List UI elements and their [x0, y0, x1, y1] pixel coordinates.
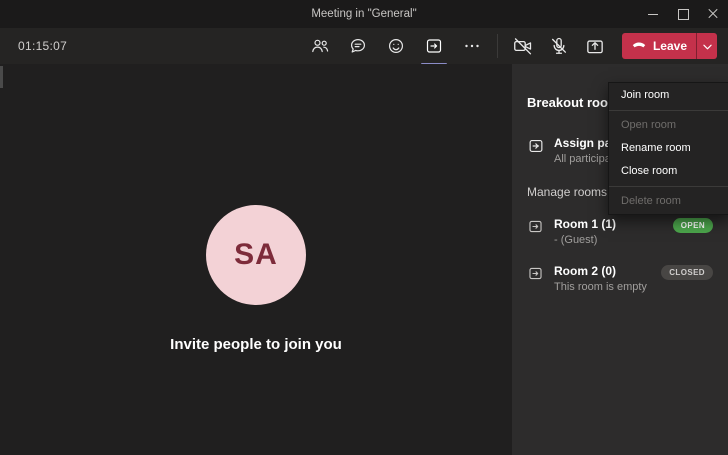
reactions-button[interactable] [385, 35, 407, 57]
menu-separator [609, 186, 728, 187]
room-subtitle: - (Guest) [554, 234, 598, 246]
menu-item-rename-room[interactable]: Rename room [609, 137, 728, 160]
meeting-toolbar: 01:15:07 Leave [0, 28, 728, 65]
camera-toggle-button[interactable] [512, 35, 534, 57]
mic-off-icon [548, 35, 570, 57]
toolbar-center-icons [309, 35, 483, 65]
avatar: SA [206, 205, 306, 305]
leave-button-main[interactable]: Leave [622, 33, 696, 59]
minimize-icon [648, 13, 658, 15]
more-actions-button[interactable] [461, 35, 483, 57]
more-options-icon [462, 36, 482, 56]
titlebar: Meeting in "General" [0, 0, 728, 28]
stage-scrollbar[interactable] [0, 66, 3, 88]
menu-item-join-room[interactable]: Join room [609, 84, 728, 107]
window-controls [638, 0, 728, 28]
invite-message: Invite people to join you [170, 336, 342, 353]
teams-meeting-window: Meeting in "General" 01:15:07 Leave SA I… [0, 0, 728, 455]
maximize-icon [677, 8, 689, 20]
close-icon [708, 9, 718, 19]
assign-participants-icon [527, 137, 545, 155]
room-context-menu: Join room Open room Rename room Close ro… [608, 82, 728, 215]
toolbar-divider [496, 34, 498, 58]
leave-options-button[interactable] [697, 33, 717, 59]
chat-button[interactable] [347, 35, 369, 57]
room-name: Room 1 (1) [554, 217, 617, 231]
room-row-1[interactable]: Room 1 (1) - (Guest) OPEN [527, 217, 713, 246]
menu-separator [609, 110, 728, 111]
hang-up-icon [631, 37, 647, 55]
share-button[interactable] [584, 35, 606, 57]
share-screen-icon [584, 35, 606, 57]
reactions-icon [386, 36, 406, 56]
maximize-button[interactable] [668, 0, 698, 28]
breakout-rooms-icon [424, 36, 444, 56]
room-texts: Room 1 (1) - (Guest) [554, 217, 616, 246]
meeting-stage: SA Invite people to join you [0, 64, 512, 455]
menu-item-open-room: Open room [621, 119, 677, 131]
room-status-badge: CLOSED [661, 265, 713, 280]
leave-button[interactable]: Leave [621, 33, 717, 59]
room-row-2[interactable]: Room 2 (0) This room is empty CLOSED [527, 264, 713, 293]
minimize-button[interactable] [638, 0, 668, 28]
room-texts: Room 2 (0) This room is empty [554, 264, 647, 293]
participants-button[interactable] [309, 35, 331, 57]
room-name: Room 2 (0) [554, 264, 617, 278]
meeting-timer: 01:15:07 [18, 39, 68, 53]
menu-item-close-room[interactable]: Close room [609, 160, 728, 183]
mic-toggle-button[interactable] [548, 35, 570, 57]
chat-icon [348, 36, 368, 56]
room-icon [527, 218, 545, 236]
breakout-rooms-button[interactable] [420, 35, 447, 65]
people-icon [310, 36, 330, 56]
close-button[interactable] [698, 0, 728, 28]
chevron-down-icon [702, 37, 712, 55]
window-title: Meeting in "General" [311, 8, 417, 20]
room-icon [527, 265, 545, 283]
camera-off-icon [512, 35, 534, 57]
room-status-badge: OPEN [672, 218, 713, 233]
toolbar-device-icons [512, 35, 606, 57]
menu-item-delete-room: Delete room [621, 195, 681, 207]
leave-label: Leave [652, 39, 687, 53]
room-subtitle: This room is empty [554, 281, 647, 293]
